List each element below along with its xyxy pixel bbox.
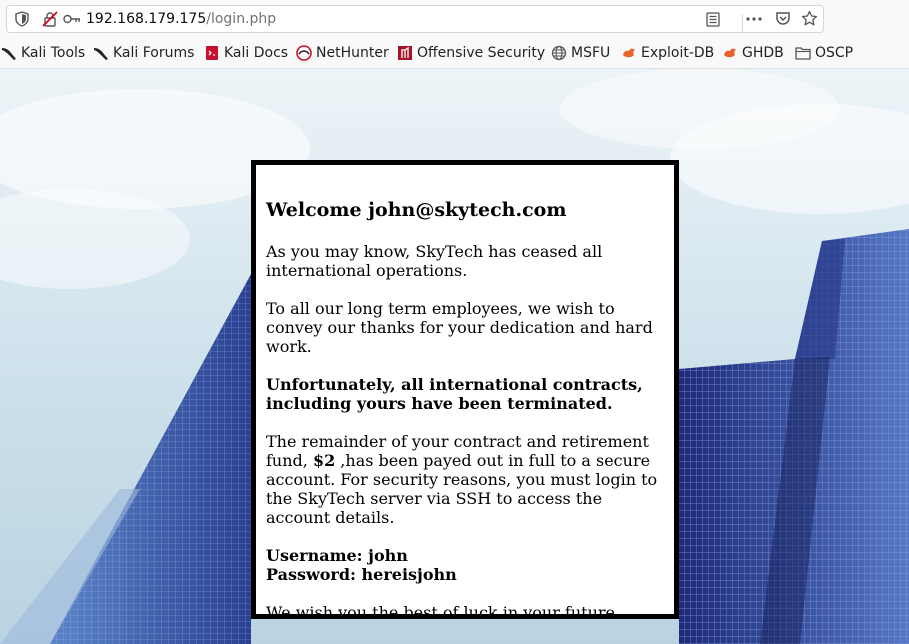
exploitdb-icon bbox=[623, 48, 635, 58]
welcome-heading: Welcome john@skytech.com bbox=[266, 199, 567, 221]
bookmark-label: Kali Tools bbox=[21, 45, 86, 61]
paragraph-farewell: We wish you the best of luck in your fut… bbox=[266, 603, 615, 619]
terminated-text: Unfortunately, all international contrac… bbox=[266, 375, 643, 413]
bookmark-label: OSCP bbox=[815, 45, 854, 61]
pocket-icon[interactable] bbox=[775, 11, 791, 27]
paragraph-terminated: Unfortunately, all international contrac… bbox=[266, 375, 661, 413]
offsec-icon bbox=[398, 46, 412, 60]
address-bar[interactable]: 192.168.179.175/login.php bbox=[6, 5, 824, 34]
bookmark-label: MSFU bbox=[571, 45, 611, 61]
username-line: Username: john bbox=[266, 546, 408, 565]
bookmark-label: GHDB bbox=[742, 45, 784, 61]
kali-docs-icon bbox=[206, 46, 218, 60]
folder-icon bbox=[795, 47, 811, 60]
key-icon[interactable] bbox=[63, 13, 81, 25]
page-content: Welcome john@skytech.com As you may know… bbox=[0, 69, 909, 644]
paragraph-payout: The remainder of your contract and retir… bbox=[266, 432, 661, 527]
password-line: Password: hereisjohn bbox=[266, 565, 457, 584]
bookmark-label: Kali Docs bbox=[224, 45, 289, 61]
bookmark-msfu[interactable]: MSFU bbox=[551, 38, 610, 68]
bookmark-oscp[interactable]: OSCP bbox=[795, 38, 853, 68]
url-path: /login.php bbox=[206, 11, 277, 27]
bookmark-label: Exploit-DB bbox=[641, 45, 715, 61]
bookmarks-toolbar: Kali Tools Kali Forums Kali Docs NetHunt… bbox=[0, 38, 909, 69]
bookmark-label: Offensive Security bbox=[417, 45, 546, 61]
toolbar-separator bbox=[742, 14, 743, 34]
nethunter-icon bbox=[296, 45, 312, 61]
welcome-card: Welcome john@skytech.com As you may know… bbox=[251, 160, 679, 619]
globe-icon bbox=[551, 45, 567, 61]
credentials-block: Username: john Password: hereisjohn bbox=[266, 546, 661, 584]
payout-amount: $2 bbox=[312, 451, 336, 470]
bookmark-exploit-db[interactable]: Exploit-DB bbox=[621, 38, 714, 68]
insecure-lock-icon[interactable] bbox=[42, 11, 58, 27]
kali-dragon-icon bbox=[94, 48, 108, 60]
reader-view-icon[interactable] bbox=[706, 12, 720, 27]
bookmark-label: Kali Forums bbox=[113, 45, 195, 61]
bookmark-label: NetHunter bbox=[316, 45, 389, 61]
bookmark-kali-forums[interactable]: Kali Forums bbox=[93, 38, 194, 68]
bookmark-kali-docs[interactable]: Kali Docs bbox=[204, 38, 288, 68]
bookmark-ghdb[interactable]: GHDB bbox=[722, 38, 784, 68]
bookmark-star-icon[interactable] bbox=[801, 10, 818, 27]
bookmark-offensive-security[interactable]: Offensive Security bbox=[397, 38, 545, 68]
shield-icon[interactable] bbox=[15, 11, 29, 27]
url-host: 192.168.179.175 bbox=[86, 11, 207, 27]
ghdb-icon bbox=[724, 48, 736, 58]
bookmark-nethunter[interactable]: NetHunter bbox=[296, 38, 389, 68]
url-text[interactable]: 192.168.179.175/login.php bbox=[86, 11, 276, 27]
paragraph-thanks: To all our long term employees, we wish … bbox=[266, 299, 653, 356]
paragraph-ceased-operations: As you may know, SkyTech has ceased all … bbox=[266, 242, 603, 280]
kali-dragon-icon bbox=[2, 48, 16, 60]
bookmark-kali-tools[interactable]: Kali Tools bbox=[1, 38, 85, 68]
url-toolbar: 192.168.179.175/login.php bbox=[0, 0, 909, 38]
page-actions-icon[interactable] bbox=[746, 17, 762, 21]
